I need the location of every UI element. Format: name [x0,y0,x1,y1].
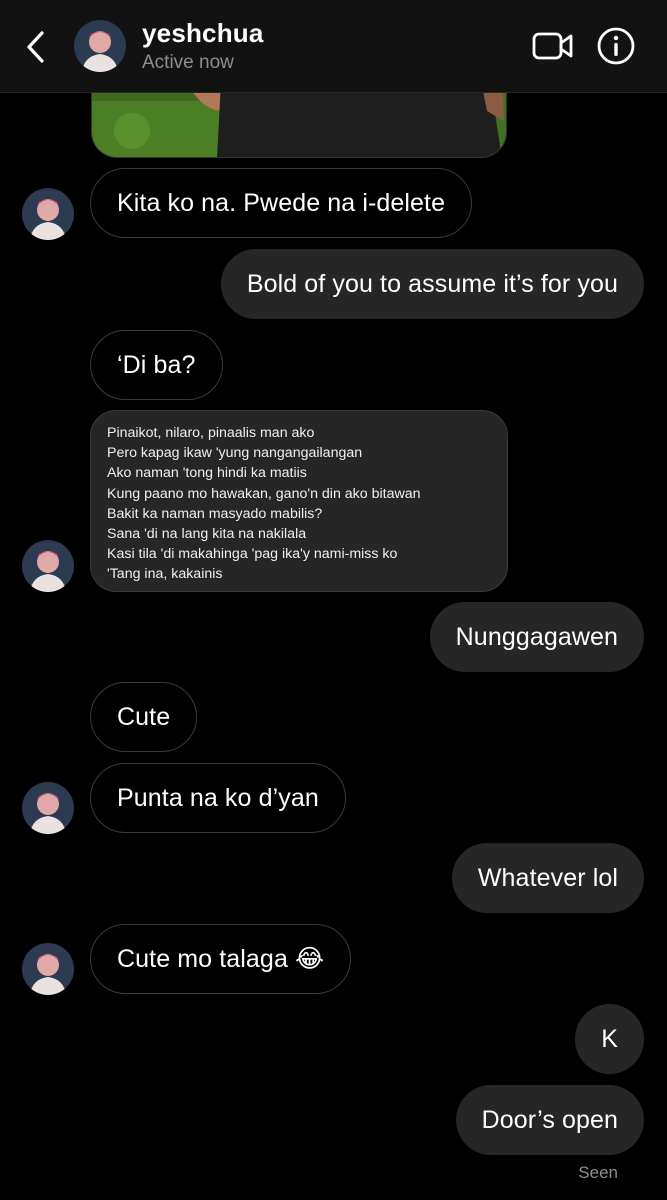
message-bubble-incoming[interactable]: Cute mo talaga 😂 [90,924,352,994]
lyric-line: Kung paano mo hawakan, gano'n din ako bi… [107,485,421,502]
lyric-line: Pero kapag ikaw 'yung nangangailangan [107,445,363,462]
message-bubble-incoming[interactable]: Kita ko na. Pwede na i-delete [90,168,473,238]
chevron-left-icon [27,31,44,63]
avatar-image [22,540,74,592]
message-bubble-incoming[interactable]: Cute [90,682,198,752]
message-bubble-incoming[interactable]: ‘Di ba? [90,330,223,400]
active-status: Active now [142,52,234,73]
lyrics-message-bubble[interactable]: Pinaikot, nilaro, pinaalis man ako Pero … [90,410,508,592]
contact-avatar[interactable] [22,782,74,834]
info-button[interactable] [596,26,636,66]
message-bubble-incoming[interactable]: Punta na ko d’yan [90,763,346,833]
chat-username[interactable]: yeshchua [142,18,264,49]
lyric-line: Ako naman 'tong hindi ka matiis [107,465,307,482]
contact-avatar[interactable] [22,540,74,592]
lyric-line: Sana 'di na lang kita na nakilala [107,526,307,543]
chat-header: yeshchua Active now [0,0,667,93]
lyric-line: 'Tang ina, kakainis [107,566,223,583]
contact-avatar[interactable] [22,943,74,995]
avatar-image [22,782,74,834]
back-button[interactable] [18,27,54,67]
lyric-line: Bakit ka naman masyado mabilis? [107,505,323,522]
lyric-line: Pinaikot, nilaro, pinaalis man ako [107,425,315,441]
info-circle-icon [597,27,635,65]
message-bubble-outgoing[interactable]: Nunggagawen [429,602,644,672]
video-camera-icon [532,32,573,60]
message-bubble-outgoing[interactable]: Bold of you to assume it’s for you [220,249,644,319]
avatar-image [22,188,74,240]
chat-screen: yeshchua Active now Kita ko na. Pwede na… [0,0,667,1200]
avatar-image [74,20,126,72]
message-bubble-outgoing[interactable]: Whatever lol [451,843,644,913]
seen-indicator: Seen [578,1163,618,1182]
lyric-line: Kasi tila 'di makahinga 'pag ika'y nami-… [107,546,398,563]
message-bubble-outgoing[interactable]: Door’s open [455,1085,644,1155]
message-bubble-outgoing[interactable]: K [575,1004,644,1074]
contact-avatar[interactable] [22,188,74,240]
header-avatar[interactable] [74,20,126,72]
video-call-button[interactable] [531,28,575,64]
avatar-image [22,943,74,995]
